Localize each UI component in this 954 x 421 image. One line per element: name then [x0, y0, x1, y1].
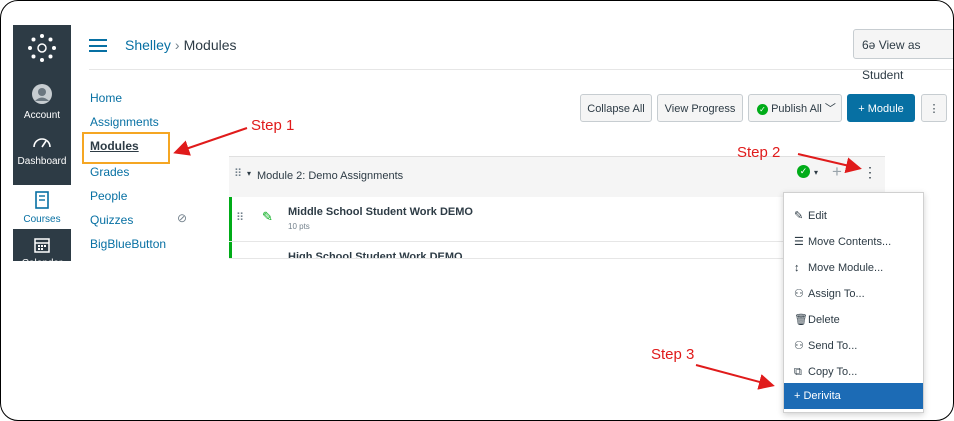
step1-arrow — [173, 127, 248, 156]
step2-arrow — [797, 153, 862, 174]
step3-arrow — [695, 364, 775, 390]
annotation-arrows — [173, 127, 862, 390]
screenshot-frame: Account Dashboard Courses Calendar Shell… — [0, 0, 954, 421]
